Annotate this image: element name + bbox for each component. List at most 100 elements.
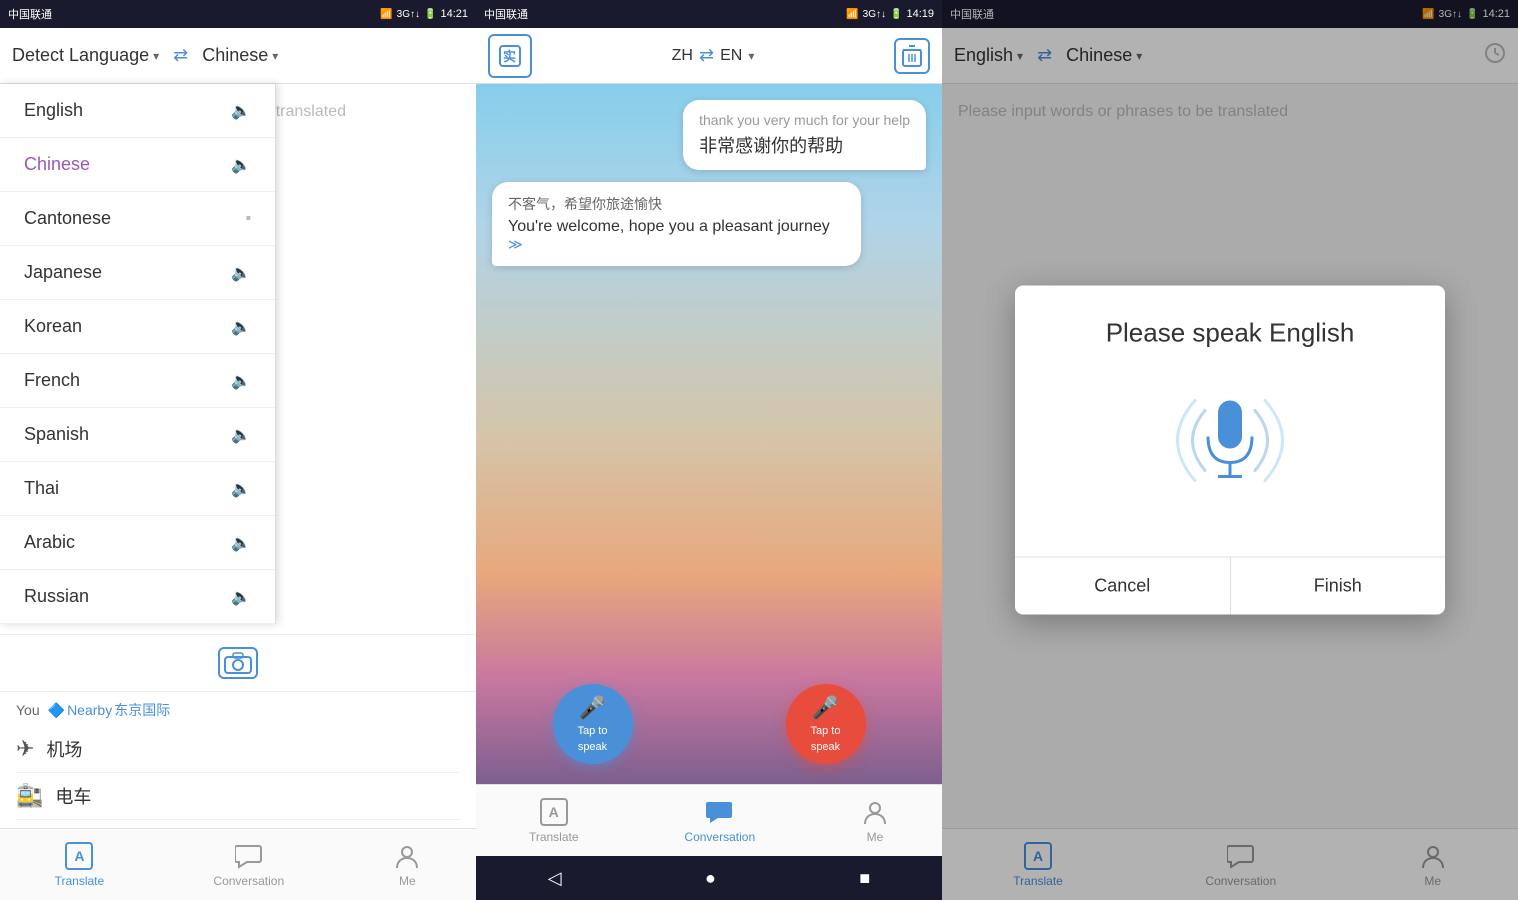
dropdown-thai-label: Thai [24, 478, 59, 499]
left-top-bar: Detect Language ▾ ⇄ Chinese ▾ [0, 28, 476, 84]
home-btn[interactable]: ● [705, 868, 716, 889]
left-camera-area [0, 634, 476, 691]
mic-icon-left: 🎤 [579, 695, 606, 721]
dropdown-item-french[interactable]: French 🔈 [0, 354, 275, 408]
language-dropdown: English 🔈 Chinese 🔈 Cantonese ▪ Japanese… [0, 84, 276, 624]
left-target-lang-selector[interactable]: Chinese ▾ [202, 45, 278, 66]
back-btn[interactable]: ◁ [548, 868, 562, 889]
speaker-icon-russian[interactable]: 🔈 [231, 587, 251, 607]
left-source-lang-selector[interactable]: Detect Language ▾ [12, 45, 159, 66]
middle-tab-translate-label: Translate [529, 830, 579, 844]
conv-lang-switch: ZH ⇄ EN ▾ [672, 45, 755, 66]
middle-status-icons: 📶 3G↑↓ 🔋 14:19 [846, 8, 934, 20]
dropdown-english-label: English [24, 100, 83, 121]
speaker-icon-cantonese[interactable]: ▪ [245, 210, 251, 228]
left-tab-bar: A Translate Conversation Me [0, 828, 476, 900]
middle-tab-conversation-label: Conversation [684, 830, 755, 844]
speaker-icon-korean[interactable]: 🔈 [231, 317, 251, 337]
conv-lang-arrow: ▾ [748, 49, 754, 63]
speaker-wave-icon: ≫ [508, 236, 523, 252]
left-tab-translate[interactable]: A Translate [39, 836, 121, 894]
recents-btn[interactable]: ■ [859, 868, 870, 889]
left-status-bar: 中国联通 📶 3G↑↓ 🔋 14:21 [0, 0, 476, 28]
dropdown-item-thai[interactable]: Thai 🔈 [0, 462, 275, 516]
nearby-item-airport[interactable]: ✈ 机场 [16, 726, 460, 773]
middle-time: 14:19 [906, 8, 934, 20]
conv-right-lang: EN [720, 47, 742, 65]
middle-status-bar: 中国联通 📶 3G↑↓ 🔋 14:19 [476, 0, 942, 28]
left-screen: 中国联通 📶 3G↑↓ 🔋 14:21 Detect Language ▾ ⇄ … [0, 0, 476, 900]
speaker-icon-chinese[interactable]: 🔈 [231, 155, 251, 175]
speaker-icon-thai[interactable]: 🔈 [231, 479, 251, 499]
me-tab-icon [393, 842, 421, 870]
speaker-icon-japanese[interactable]: 🔈 [231, 263, 251, 283]
speak-buttons: 🎤 Tap to speak 🎤 Tap to speak [476, 684, 942, 764]
dropdown-korean-label: Korean [24, 316, 82, 337]
right-screen: 中国联通 📶 3G↑↓ 🔋 14:21 English ▾ ⇄ Chinese … [942, 0, 1518, 900]
dropdown-cantonese-label: Cantonese [24, 208, 111, 229]
nearby-item-train[interactable]: 🚉 电车 [16, 773, 460, 820]
speaker-icon-arabic[interactable]: 🔈 [231, 533, 251, 553]
speak-btn-left[interactable]: 🎤 Tap to speak [553, 684, 633, 764]
speaker-icon-spanish[interactable]: 🔈 [231, 425, 251, 445]
middle-tab-me-label: Me [867, 830, 884, 844]
speak-btn-right[interactable]: 🎤 Tap to speak [786, 684, 866, 764]
conv-messages: thank you very much for your help 非常感谢你的… [476, 84, 942, 282]
mic-visual [1150, 381, 1310, 501]
speak-dialog-actions: Cancel Finish [1015, 558, 1445, 615]
middle-screen: 中国联通 📶 3G↑↓ 🔋 14:19 实 ZH ⇄ EN ▾ [476, 0, 942, 900]
middle-translate-icon: A [540, 798, 568, 826]
conv-msg2-zh: 不客气，希望你旅途愉快 [508, 194, 845, 214]
nearby-location-text: 东京国际 [114, 700, 170, 720]
conv-swap-icon[interactable]: ⇄ [699, 45, 714, 66]
conv-message-2: 不客气，希望你旅途愉快 You're welcome, hope you a p… [492, 182, 861, 266]
nearby-link[interactable]: 🔷 Nearby 东京国际 [48, 700, 171, 720]
left-tab-conversation[interactable]: Conversation [197, 836, 300, 894]
mid-trans-icon-box: A [540, 798, 568, 826]
dropdown-arabic-label: Arabic [24, 532, 75, 553]
dialog-cancel-btn[interactable]: Cancel [1015, 558, 1231, 615]
left-status-icons: 📶 3G↑↓ 🔋 14:21 [380, 8, 468, 20]
middle-signal: 3G↑↓ [863, 9, 886, 20]
dropdown-item-english[interactable]: English 🔈 [0, 84, 275, 138]
speaker-icon-french[interactable]: 🔈 [231, 371, 251, 391]
left-tab-translate-label: Translate [55, 874, 105, 888]
dropdown-item-arabic[interactable]: Arabic 🔈 [0, 516, 275, 570]
camera-icon[interactable] [218, 647, 258, 679]
nearby-you-label: You [16, 702, 40, 718]
nearby-link-label: Nearby [67, 702, 112, 718]
middle-tab-translate[interactable]: A Translate [513, 792, 595, 850]
speak-btn-left-label2: speak [578, 741, 607, 753]
dropdown-item-russian[interactable]: Russian 🔈 [0, 570, 275, 624]
dropdown-item-cantonese[interactable]: Cantonese ▪ [0, 192, 275, 246]
middle-tab-conversation[interactable]: Conversation [668, 792, 771, 850]
dropdown-japanese-label: Japanese [24, 262, 102, 283]
left-tab-me[interactable]: Me [377, 836, 437, 894]
trash-icon-btn[interactable] [894, 38, 930, 74]
nearby-train-text: 电车 [55, 783, 91, 809]
wifi-icon: 📶 [380, 9, 392, 20]
left-target-lang-arrow: ▾ [272, 49, 278, 63]
left-time: 14:21 [440, 8, 468, 20]
dropdown-chinese-label: Chinese [24, 154, 90, 175]
dropdown-item-chinese[interactable]: Chinese 🔈 [0, 138, 275, 192]
dropdown-item-japanese[interactable]: Japanese 🔈 [0, 246, 275, 300]
airplane-icon: ✈ [16, 736, 34, 762]
conv-msg1-zh: 非常感谢你的帮助 [699, 132, 910, 158]
left-carrier: 中国联通 [8, 6, 52, 22]
left-swap-icon[interactable]: ⇄ [173, 45, 188, 66]
dropdown-item-spanish[interactable]: Spanish 🔈 [0, 408, 275, 462]
dialog-finish-btn[interactable]: Finish [1231, 558, 1446, 615]
mic-icon-right: 🎤 [812, 695, 839, 721]
mic-waves-svg [1150, 381, 1310, 501]
middle-tab-me[interactable]: Me [845, 792, 905, 850]
left-target-lang-label: Chinese [202, 45, 268, 66]
speaker-icon-english[interactable]: 🔈 [231, 101, 251, 121]
middle-system-nav: ◁ ● ■ [476, 856, 942, 900]
dropdown-russian-label: Russian [24, 586, 89, 607]
dropdown-item-korean[interactable]: Korean 🔈 [0, 300, 275, 354]
middle-wifi-icon: 📶 [846, 9, 858, 20]
left-source-lang-arrow: ▾ [153, 49, 159, 63]
nearby-section: You 🔷 Nearby 东京国际 ✈ 机场 🚉 电车 [0, 691, 476, 828]
conv-lang-icon-btn[interactable]: 实 [488, 34, 532, 78]
